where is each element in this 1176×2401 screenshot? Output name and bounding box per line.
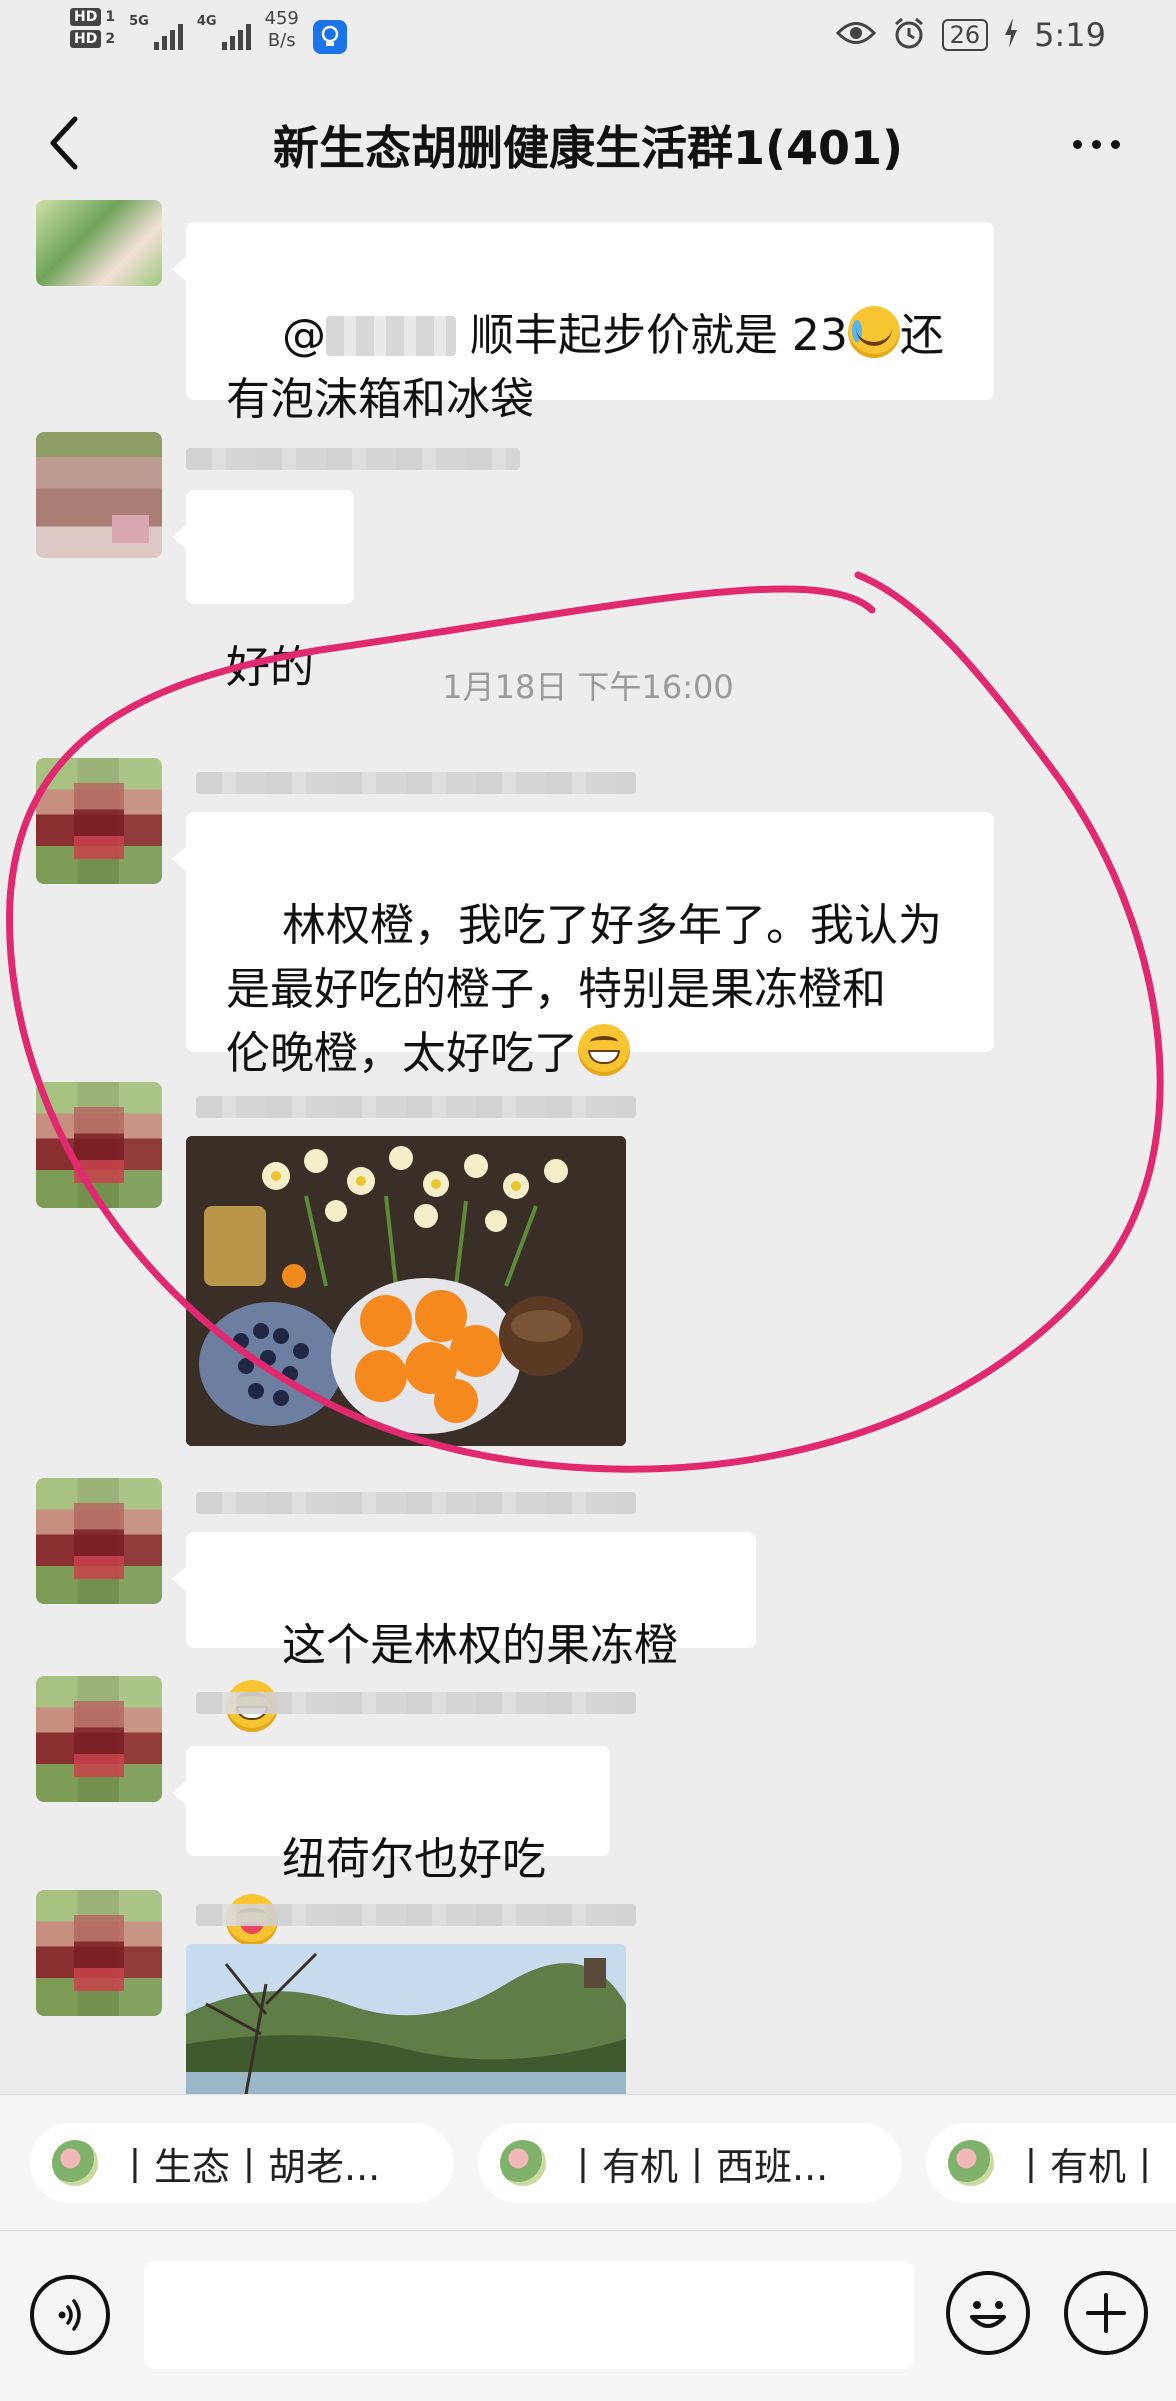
avatar[interactable] [36,1082,162,1208]
photo-content [186,1944,626,2094]
avatar[interactable] [36,432,162,558]
input-bar [0,2230,1176,2401]
sender-name-redacted [196,1692,636,1714]
network-speed: 459 B/s [264,8,299,51]
signal-5g-icon: 5G [129,8,183,50]
image-oranges-flowers[interactable] [186,1136,626,1446]
avatar[interactable] [36,758,162,884]
timestamp: 1月18日 下午16:00 [442,668,734,706]
group-avatar-icon [500,2140,546,2186]
message-bubble[interactable]: @ 顺丰起步价就是 23 还 有泡沫箱和冰袋 [172,222,994,425]
charging-icon [1004,18,1018,52]
eye-icon [835,20,876,50]
plus-icon [1086,2293,1126,2333]
quick-reply-chip[interactable]: 丨生态丨胡老... [30,2123,454,2203]
sender-name-redacted [196,1492,636,1514]
avatar[interactable] [36,1676,162,1802]
redacted-mention [325,316,456,356]
status-right: 26 5:19 [835,16,1106,54]
lightbulb-icon [312,20,347,54]
emoji-icon [970,2301,1006,2328]
plus-button[interactable] [1064,2271,1148,2355]
more-dots-icon [1072,139,1082,149]
message-bubble[interactable]: 纽荷尔也好吃 [172,1746,610,1946]
quick-reply-chip[interactable]: 丨有机丨 [926,2123,1176,2203]
page-title: 新生态胡删健康生活群1(401) [272,121,904,175]
sim-indicators: HD 1 HD 2 [70,8,115,48]
sender-name-redacted [196,1904,636,1926]
avatar[interactable] [36,1478,162,1604]
sim-2: HD 2 [70,30,115,48]
voice-icon [58,2299,81,2331]
avatar[interactable] [36,1890,162,2016]
voice-button[interactable] [30,2275,110,2355]
alarm-icon [892,16,926,54]
sender-name-redacted [186,448,520,470]
signal-4g-icon: 4G [197,8,251,50]
chat-header: 新生态胡删健康生活群1(401) [0,72,1176,212]
group-avatar-icon [52,2140,98,2186]
message-bubble[interactable]: 这个是林权的果冻橙 [172,1532,756,1732]
more-button[interactable] [1056,122,1136,166]
clock: 5:19 [1034,16,1106,54]
quick-reply-chip[interactable]: 丨有机丨西班... [478,2123,902,2203]
photo-content [186,1136,626,1446]
group-avatar-icon [948,2140,994,2186]
sender-name-redacted [196,772,636,794]
message-bubble[interactable]: 好的 [172,490,354,693]
status-left: HD 1 HD 2 5G 4G 459 B/s [70,8,347,54]
sender-name-redacted [196,1096,636,1118]
quick-replies: 丨生态丨胡老... 丨有机丨西班... 丨有机丨 [0,2094,1176,2231]
message-input[interactable] [144,2261,914,2369]
avatar[interactable] [36,200,162,286]
image-landscape[interactable] [186,1944,626,2094]
status-bar: HD 1 HD 2 5G 4G 459 B/s 26 5:19 [0,0,1176,72]
sim-1: HD 1 [70,8,115,26]
crying-laughing-emoji-icon [847,306,900,358]
grinning-emoji-icon [578,1024,630,1076]
battery-icon: 26 [941,19,989,51]
emoji-button[interactable] [946,2271,1030,2355]
message-bubble[interactable]: 林权橙，我吃了好多年了。我认为 是最好吃的橙子，特别是果冻橙和 伦晚橙，太好吃了 [172,812,994,1079]
